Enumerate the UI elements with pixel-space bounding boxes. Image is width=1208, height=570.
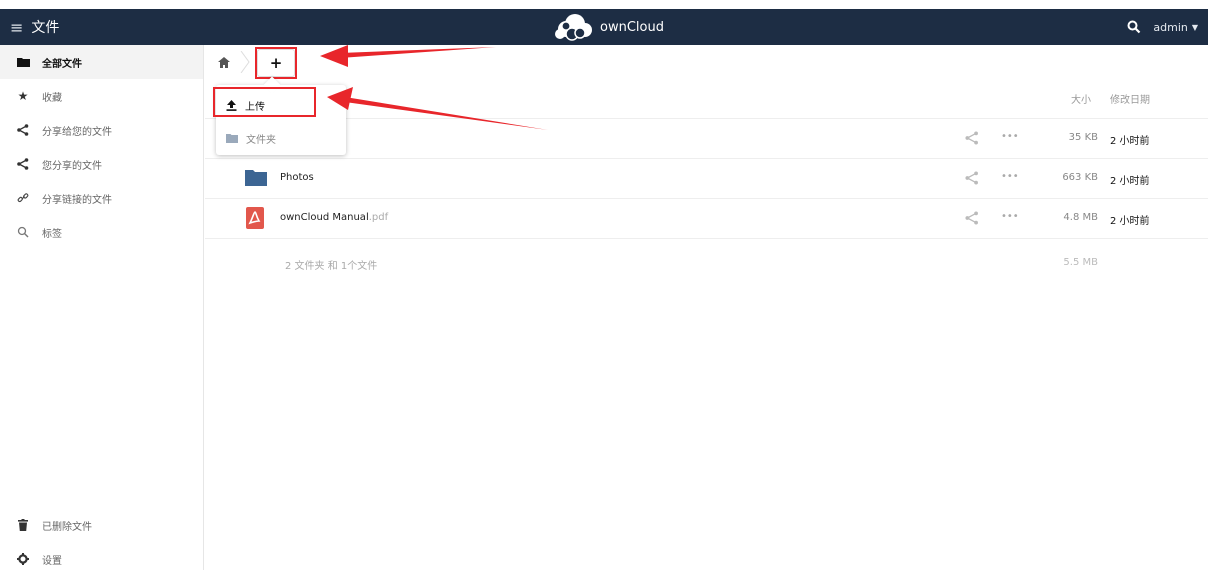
- logo-text: ownCloud: [600, 19, 664, 35]
- top-header: ≡ 文件 ownCloud admin ▼: [0, 9, 1208, 45]
- sidebar-item-shared-with-you[interactable]: 分享给您的文件: [0, 113, 203, 147]
- sidebar-item-deleted-files[interactable]: 已删除文件: [0, 508, 203, 542]
- share-icon[interactable]: [965, 171, 979, 185]
- search-icon: [16, 226, 30, 238]
- sidebar-item-shared-by-you[interactable]: 您分享的文件: [0, 147, 203, 181]
- upload-icon: [226, 99, 237, 111]
- sidebar-item-label: 设置: [42, 555, 62, 567]
- summary-text: 2 文件夹 和 1个文件: [285, 261, 378, 272]
- breadcrumb-separator: [240, 51, 250, 73]
- file-extension: .pdf: [368, 212, 389, 223]
- file-basename: ownCloud Manual: [280, 212, 369, 223]
- file-date: 2 小时前: [1110, 136, 1150, 147]
- sidebar-item-settings[interactable]: 设置: [0, 542, 203, 570]
- file-name[interactable]: Photos: [280, 172, 314, 183]
- sidebar-item-label: 全部文件: [42, 58, 82, 70]
- star-icon: ★: [17, 89, 29, 103]
- new-button[interactable]: +: [257, 49, 295, 77]
- sidebar-item-label: 标签: [42, 228, 62, 240]
- more-actions-icon[interactable]: •••: [1001, 171, 1019, 182]
- share-icon[interactable]: [965, 131, 979, 145]
- sidebar-item-label: 收藏: [42, 92, 62, 104]
- sidebar-item-label: 您分享的文件: [42, 160, 102, 172]
- sidebar-item-favorites[interactable]: ★ 收藏: [0, 79, 203, 113]
- table-header: 大小 修改日期: [205, 79, 1208, 119]
- more-actions-icon[interactable]: •••: [1001, 131, 1019, 142]
- app-title: 文件: [31, 20, 60, 36]
- menu-item-new-folder[interactable]: 文件夹: [216, 123, 346, 153]
- trash-icon: [16, 519, 30, 531]
- table-row[interactable]: ••• 35 KB 2 小时前: [205, 119, 1208, 159]
- sidebar-item-label: 已删除文件: [42, 521, 92, 533]
- share-icon[interactable]: [965, 211, 979, 225]
- file-date: 2 小时前: [1110, 216, 1150, 227]
- sidebar-item-tags[interactable]: 标签: [0, 215, 203, 249]
- breadcrumb-home[interactable]: [213, 51, 235, 73]
- share-icon: [16, 124, 30, 136]
- file-size: 35 KB: [1068, 132, 1098, 143]
- table-row[interactable]: Photos ••• 663 KB 2 小时前: [205, 159, 1208, 199]
- more-actions-icon[interactable]: •••: [1001, 211, 1019, 222]
- user-name: admin: [1153, 20, 1188, 34]
- menu-item-label: 上传: [245, 101, 265, 113]
- menu-item-upload[interactable]: 上传: [216, 90, 346, 120]
- owncloud-logo[interactable]: ownCloud: [552, 12, 664, 42]
- user-menu[interactable]: admin ▼: [1153, 21, 1198, 34]
- app-menu-button[interactable]: ≡ 文件: [10, 9, 59, 45]
- hamburger-icon: ≡: [10, 17, 24, 37]
- sidebar-item-shared-by-link[interactable]: 分享链接的文件: [0, 181, 203, 215]
- file-summary: 2 文件夹 和 1个文件 5.5 MB: [205, 245, 1208, 279]
- folder-icon: [245, 170, 267, 186]
- file-size: 4.8 MB: [1063, 212, 1098, 223]
- file-name[interactable]: ownCloud Manual.pdf: [280, 212, 388, 223]
- table-row[interactable]: ownCloud Manual.pdf ••• 4.8 MB 2 小时前: [205, 199, 1208, 239]
- header-right: admin ▼: [1127, 9, 1198, 45]
- file-size: 663 KB: [1062, 172, 1098, 183]
- search-icon[interactable]: [1127, 20, 1141, 34]
- folder-icon: [16, 57, 30, 67]
- sidebar-item-all-files[interactable]: 全部文件: [0, 45, 203, 79]
- share-icon: [16, 158, 30, 170]
- new-menu-dropdown: 上传 文件夹: [216, 76, 346, 155]
- cloud-logo-icon: [555, 14, 592, 41]
- caret-down-icon: ▼: [1191, 22, 1198, 32]
- file-list-area: + 大小 修改日期 ••• 35 KB 2 小时前 Photos ••• 663…: [205, 45, 1208, 570]
- link-icon: [16, 192, 30, 204]
- sidebar-item-label: 分享链接的文件: [42, 194, 112, 206]
- column-modified[interactable]: 修改日期: [1110, 91, 1150, 106]
- summary-size: 5.5 MB: [1063, 257, 1098, 268]
- sidebar: 全部文件 ★ 收藏 分享给您的文件 您分享的文件 分享链接的文件 标签 已删除文…: [0, 45, 204, 570]
- home-icon: [218, 56, 230, 68]
- file-date: 2 小时前: [1110, 176, 1150, 187]
- column-size[interactable]: 大小: [1071, 91, 1091, 106]
- sidebar-item-label: 分享给您的文件: [42, 126, 112, 138]
- menu-item-label: 文件夹: [246, 134, 276, 146]
- gear-icon: [16, 553, 30, 565]
- pdf-icon: [246, 207, 264, 229]
- folder-icon: [226, 134, 238, 143]
